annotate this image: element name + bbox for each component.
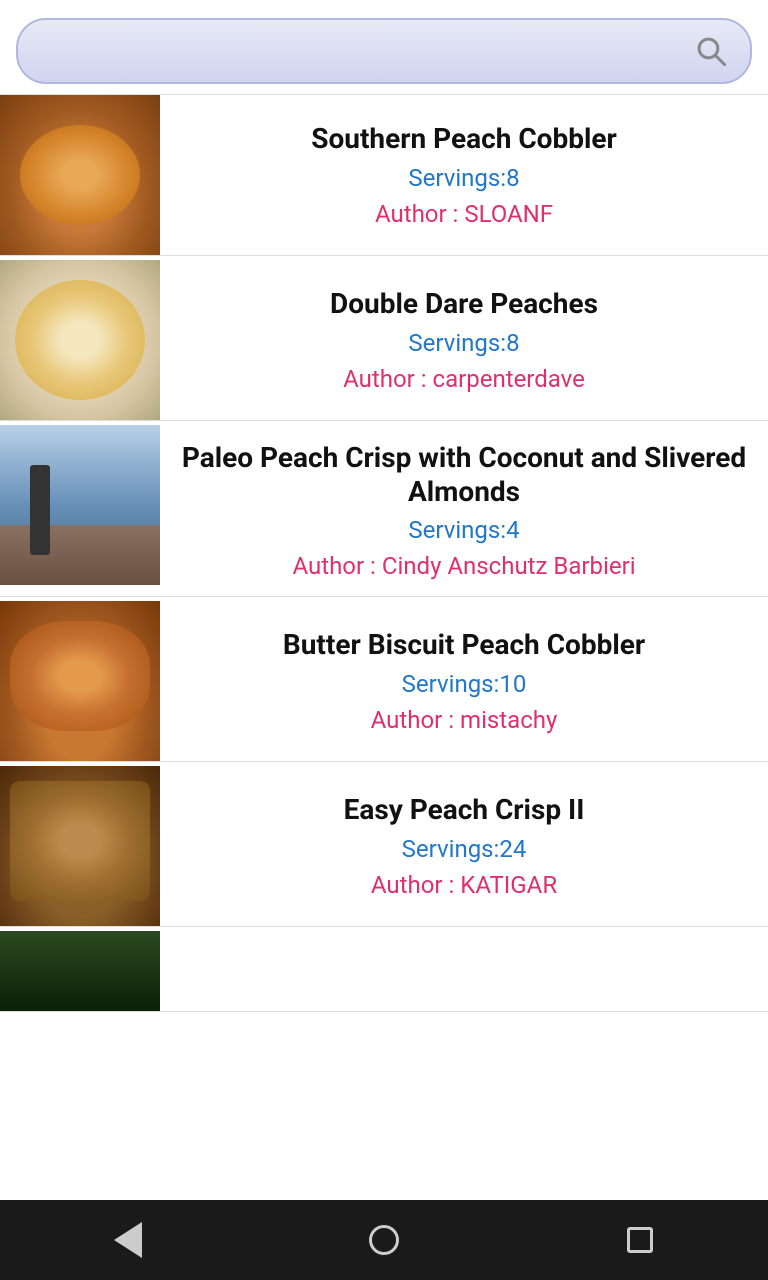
- recipe-servings: Servings:4: [408, 516, 519, 544]
- home-circle-icon: [369, 1225, 399, 1255]
- recipe-author: Author : SLOANF: [375, 200, 553, 228]
- recipe-info-southern-peach-cobbler: Southern Peach Cobbler Servings:8 Author :…: [160, 95, 768, 255]
- recipe-image-double-dare-peaches: [0, 260, 160, 420]
- recipe-servings: Servings:24: [402, 835, 527, 863]
- recipe-title: Double Dare Peaches: [330, 287, 598, 321]
- recipe-author: Author : KATIGAR: [371, 871, 557, 899]
- search-icon: [694, 34, 728, 68]
- recipe-title: Easy Peach Crisp II: [344, 793, 585, 827]
- recipe-item-southern-peach-cobbler[interactable]: Southern Peach Cobbler Servings:8 Author :…: [0, 94, 768, 256]
- recipe-info-partial-item: [160, 931, 768, 1011]
- recipe-title: Paleo Peach Crisp with Coconut and Slive…: [180, 441, 748, 508]
- recipe-info-double-dare-peaches: Double Dare Peaches Servings:8 Author : ca…: [160, 260, 768, 420]
- recipe-author: Author : carpenterdave: [343, 365, 585, 393]
- recipe-servings: Servings:8: [408, 329, 519, 357]
- recipe-info-paleo-peach-crisp: Paleo Peach Crisp with Coconut and Slive…: [160, 425, 768, 596]
- recipe-info-butter-biscuit-peach-cobbler: Butter Biscuit Peach Cobbler Servings:10 A…: [160, 601, 768, 761]
- search-bar: [16, 18, 752, 84]
- recipe-list: Southern Peach Cobbler Servings:8 Author :…: [0, 94, 768, 1200]
- recipe-image-easy-peach-crisp-ii: [0, 766, 160, 926]
- recipe-info-easy-peach-crisp-ii: Easy Peach Crisp II Servings:24 Author : K…: [160, 766, 768, 926]
- recents-square-icon: [627, 1227, 653, 1253]
- recipe-item-butter-biscuit-peach-cobbler[interactable]: Butter Biscuit Peach Cobbler Servings:10 A…: [0, 601, 768, 762]
- recipe-author: Author : mistachy: [371, 706, 558, 734]
- recipe-author: Author : Cindy Anschutz Barbieri: [292, 552, 635, 580]
- recipe-image-butter-biscuit-peach-cobbler: [0, 601, 160, 761]
- back-triangle-icon: [114, 1222, 142, 1258]
- recipe-title: Butter Biscuit Peach Cobbler: [283, 628, 645, 662]
- recipe-image-paleo-peach-crisp: [0, 425, 160, 585]
- nav-home-button[interactable]: [354, 1210, 414, 1270]
- search-button[interactable]: [690, 30, 732, 72]
- nav-recents-button[interactable]: [610, 1210, 670, 1270]
- recipe-servings: Servings:8: [408, 164, 519, 192]
- recipe-item-double-dare-peaches[interactable]: Double Dare Peaches Servings:8 Author : ca…: [0, 260, 768, 421]
- bottom-navigation: [0, 1200, 768, 1280]
- recipe-item-paleo-peach-crisp[interactable]: Paleo Peach Crisp with Coconut and Slive…: [0, 425, 768, 597]
- recipe-image-partial-item: [0, 931, 160, 1011]
- recipe-item-partial-item[interactable]: [0, 931, 768, 1012]
- nav-back-button[interactable]: [98, 1210, 158, 1270]
- recipe-image-southern-peach-cobbler: [0, 95, 160, 255]
- recipe-item-easy-peach-crisp-ii[interactable]: Easy Peach Crisp II Servings:24 Author : K…: [0, 766, 768, 927]
- recipe-servings: Servings:10: [402, 670, 527, 698]
- recipe-title: Southern Peach Cobbler: [311, 122, 617, 156]
